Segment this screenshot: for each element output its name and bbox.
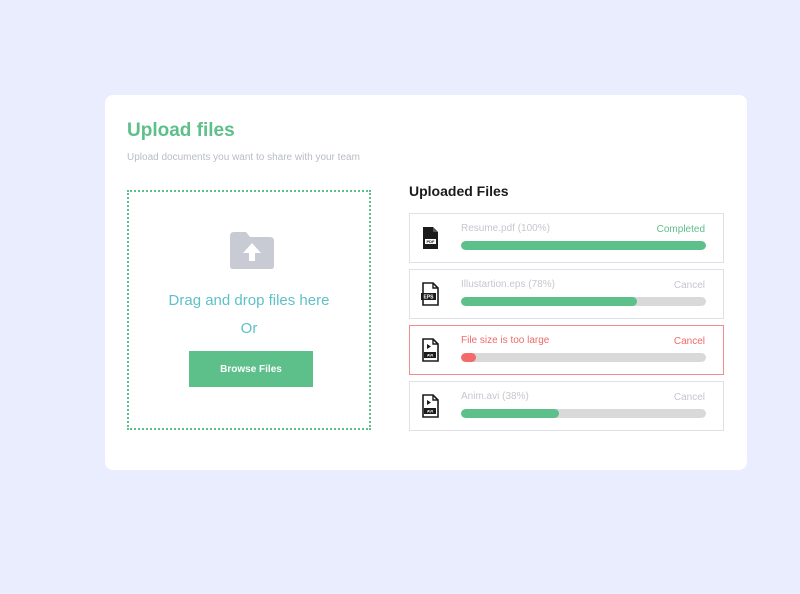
file-status-completed: Completed (656, 224, 705, 235)
svg-text:EPS: EPS (423, 295, 434, 301)
file-name: Illustartion.eps (78%) (461, 279, 555, 290)
drop-zone-or-text: Or (240, 320, 258, 337)
progress-fill (461, 353, 476, 362)
file-row-illustration: EPS Illustartion.eps (78%) Cancel (409, 269, 724, 319)
cancel-upload-button[interactable]: Cancel (674, 280, 705, 291)
avi-file-icon: AVI (422, 394, 439, 418)
progress-bar (461, 409, 706, 418)
progress-fill (461, 241, 706, 250)
svg-text:PDF: PDF (427, 239, 436, 244)
svg-text:AVI: AVI (427, 353, 433, 358)
page-subtitle: Upload documents you want to share with … (127, 152, 360, 163)
progress-bar (461, 241, 706, 250)
progress-bar (461, 297, 706, 306)
svg-text:AVI: AVI (427, 409, 433, 414)
pdf-file-icon: PDF (423, 227, 438, 249)
file-row-resume: PDF Resume.pdf (100%) Completed (409, 213, 724, 263)
eps-file-icon: EPS (421, 282, 439, 306)
file-error-message: File size is too large (461, 335, 550, 346)
file-row-error: AVI File size is too large Cancel (409, 325, 724, 375)
drop-zone[interactable]: Drag and drop files here Or Browse Files (127, 190, 371, 430)
file-row-anim: AVI Anim.avi (38%) Cancel (409, 381, 724, 431)
folder-upload-icon (230, 232, 274, 269)
uploaded-files-title: Uploaded Files (409, 183, 509, 199)
progress-fill (461, 409, 559, 418)
upload-card: Upload files Upload documents you want t… (105, 95, 747, 470)
progress-fill (461, 297, 638, 306)
progress-bar (461, 353, 706, 362)
browse-files-button[interactable]: Browse Files (189, 351, 313, 387)
cancel-upload-button[interactable]: Cancel (674, 392, 705, 403)
file-name: Resume.pdf (100%) (461, 223, 550, 234)
avi-file-icon: AVI (422, 338, 439, 362)
page-title: Upload files (127, 120, 235, 141)
cancel-upload-button[interactable]: Cancel (674, 336, 705, 347)
file-name: Anim.avi (38%) (461, 391, 529, 402)
drop-zone-text: Drag and drop files here (168, 292, 330, 309)
